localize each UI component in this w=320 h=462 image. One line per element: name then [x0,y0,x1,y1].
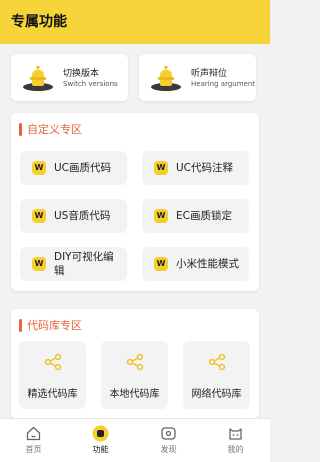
nav-discover[interactable]: 发现 [135,419,202,462]
section-title: 代码库专区 [27,319,82,332]
bottom-nav: 首页 功能 发现 我的 [0,418,270,462]
nav-function[interactable]: 功能 [67,419,134,462]
nav-label: 我的 [227,445,244,454]
card-subtitle: Hearing argument [191,80,256,88]
home-icon [26,426,41,441]
featured-library-button[interactable]: 精选代码库 [19,341,86,409]
xiaomi-performance-mode-button[interactable]: W 小米性能模式 [142,247,249,281]
code-library-panel: 代码库专区 精选代码库 本地代码库 网络代码库 [11,309,259,419]
w-badge-icon: W [32,209,46,223]
nav-label: 首页 [25,445,42,454]
share-icon [44,353,62,371]
local-library-button[interactable]: 本地代码库 [101,341,168,409]
fire-hydrant-icon [151,66,181,91]
page-title: 专属功能 [11,14,67,30]
function-icon [92,425,109,442]
hearing-argument-card[interactable]: 听声辩位 Hearing argument [139,54,256,101]
ec-quality-lock-button[interactable]: W EC画质锁定 [142,199,249,233]
w-badge-icon: W [32,257,46,271]
section-title: 自定义专区 [27,123,82,136]
us-audio-code-button[interactable]: W US音质代码 [20,199,127,233]
library-label: 网络代码库 [191,389,242,400]
w-badge-icon: W [154,209,168,223]
custom-zone-panel: 自定义专区 W UC画质代码 W UC代码注释 W US音质代码 W EC画质锁… [11,113,259,291]
nav-label: 功能 [92,445,109,454]
uc-quality-code-button[interactable]: W UC画质代码 [20,151,127,185]
card-subtitle: Switch versions [63,80,118,88]
w-badge-icon: W [154,161,168,175]
section-header: 自定义专区 [19,121,82,137]
feature-label: DIY可视化编辑 [54,251,114,277]
section-header: 代码库专区 [19,317,82,333]
fire-hydrant-icon [23,66,53,91]
nav-profile[interactable]: 我的 [202,419,269,462]
w-badge-icon: W [154,257,168,271]
app-header: 专属功能 [0,0,270,44]
share-icon [126,353,144,371]
profile-icon [229,428,242,440]
feature-label: UC画质代码 [54,162,112,174]
w-badge-icon: W [32,161,46,175]
card-title: 听声辩位 [191,69,228,79]
card-title: 切换版本 [63,69,100,79]
accent-bar [19,318,22,332]
accent-bar [19,122,22,136]
nav-home[interactable]: 首页 [0,419,67,462]
share-icon [208,353,226,371]
feature-label: EC画质锁定 [176,210,232,222]
library-label: 本地代码库 [109,389,160,400]
feature-label: 小米性能模式 [176,258,239,270]
nav-label: 发现 [160,445,177,454]
diy-visual-edit-button[interactable]: W DIY可视化编辑 [20,247,127,281]
network-library-button[interactable]: 网络代码库 [183,341,250,409]
feature-label: UC代码注释 [176,162,234,174]
feature-label: US音质代码 [54,210,111,222]
library-label: 精选代码库 [27,389,78,400]
uc-code-comments-button[interactable]: W UC代码注释 [142,151,249,185]
discover-icon [161,427,176,440]
switch-versions-card[interactable]: 切换版本 Switch versions [11,54,128,101]
